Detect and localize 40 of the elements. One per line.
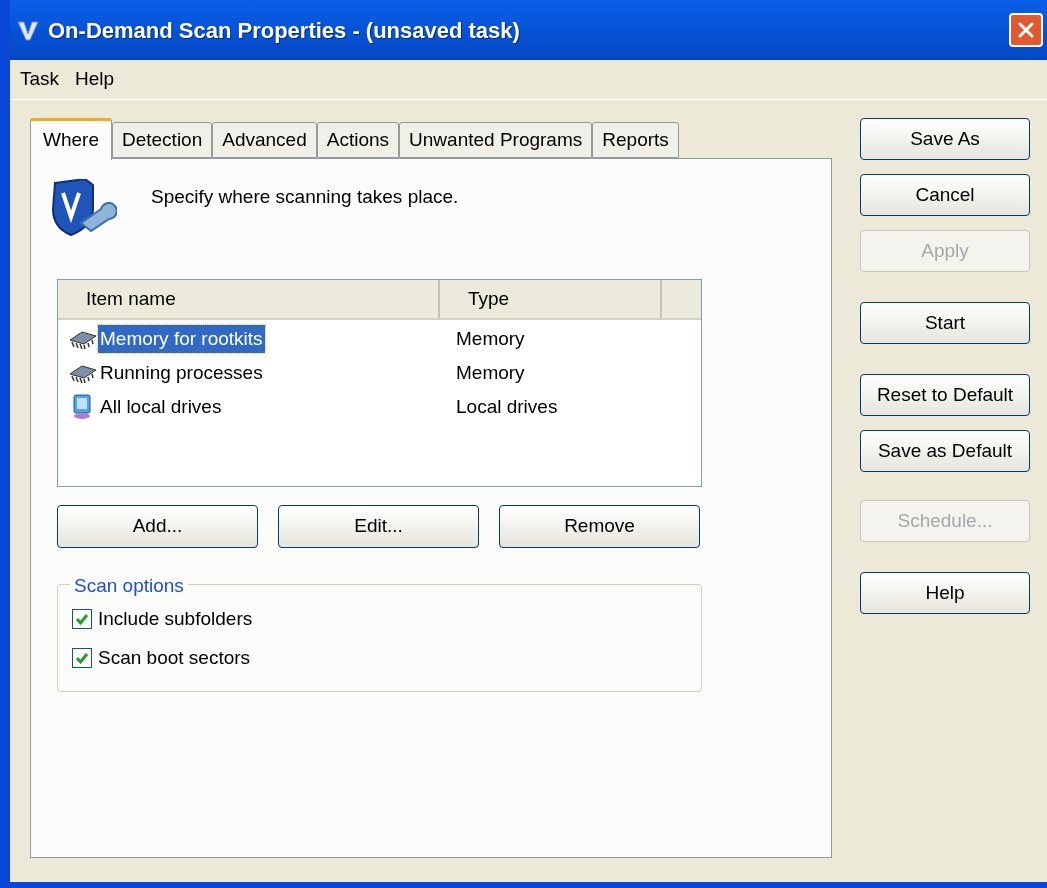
tab[interactable]: Unwanted Programs — [399, 122, 593, 158]
app-logo-icon — [16, 18, 40, 42]
column-header[interactable]: Item name — [58, 280, 440, 318]
list-row[interactable]: Running processes Memory — [58, 356, 701, 390]
item-type: Local drives — [455, 394, 558, 419]
shield-wrench-icon — [51, 179, 117, 237]
checkbox-label: Scan boot sectors — [98, 645, 251, 670]
tab[interactable]: Detection — [111, 122, 213, 158]
item-type: Memory — [455, 360, 525, 385]
column-header[interactable]: Type — [440, 280, 662, 318]
side-button[interactable]: Save as Default — [860, 430, 1030, 472]
list-button[interactable]: Edit... — [278, 505, 479, 548]
list-row[interactable]: Memory for rootkits Memory — [58, 322, 701, 356]
menu-item[interactable]: Task — [14, 65, 66, 94]
checkbox[interactable] — [72, 647, 92, 668]
description-text: Specify where scanning takes place. — [151, 185, 459, 209]
memory-chip-icon — [68, 362, 98, 384]
memory-chip-icon — [68, 328, 98, 350]
tab[interactable]: Where — [30, 118, 112, 160]
list-button[interactable]: Add... — [57, 505, 258, 548]
item-name: All local drives — [99, 394, 223, 419]
tab[interactable]: Advanced — [212, 122, 317, 158]
list-button[interactable]: Remove — [499, 505, 700, 548]
side-button[interactable]: Start — [860, 302, 1030, 344]
side-button[interactable]: Save As — [860, 118, 1030, 160]
item-type: Memory — [455, 326, 525, 351]
side-button[interactable]: Help — [860, 572, 1030, 614]
side-button[interactable]: Cancel — [860, 174, 1030, 216]
tab[interactable]: Actions — [316, 122, 400, 158]
checkbox-label: Include subfolders — [98, 607, 253, 631]
close-icon — [1017, 21, 1035, 39]
list-row[interactable]: All local drives Local drives — [58, 390, 701, 424]
close-button[interactable] — [1009, 13, 1043, 47]
window-title: On-Demand Scan Properties - (unsaved task) — [48, 16, 520, 45]
item-name: Running processes — [99, 360, 264, 385]
menu-item[interactable]: Help — [69, 65, 121, 94]
tab[interactable]: Reports — [592, 122, 679, 158]
checkbox[interactable] — [72, 609, 92, 630]
item-name: Memory for rootkits — [98, 324, 265, 354]
side-button[interactable]: Reset to Default — [860, 374, 1030, 416]
